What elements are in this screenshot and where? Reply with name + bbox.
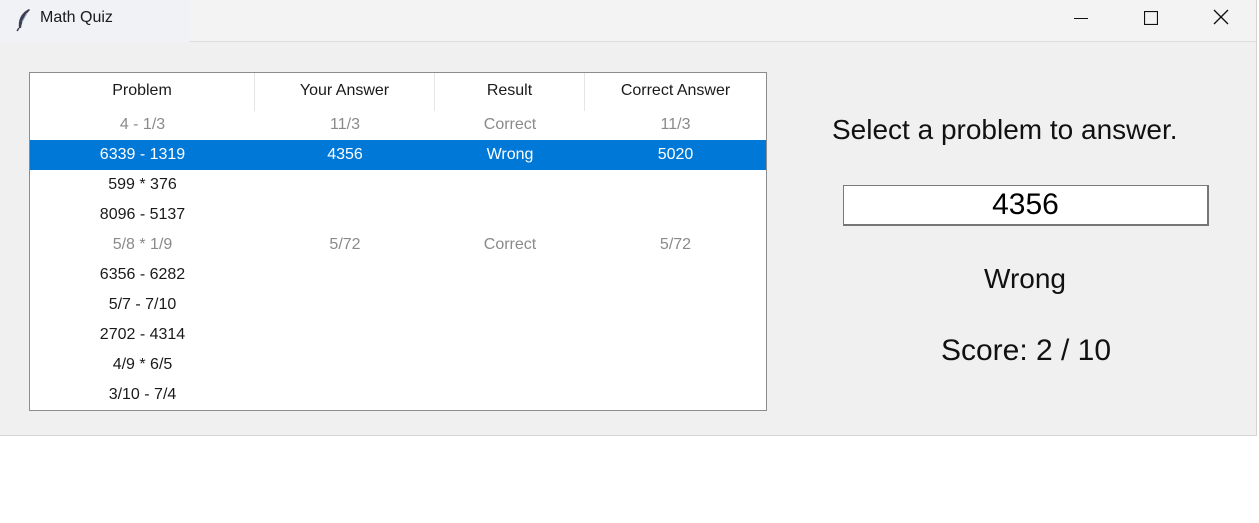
table-row[interactable]: 5/8 * 1/9 5/72 Correct 5/72 xyxy=(30,230,766,260)
cell-correct-answer xyxy=(585,200,766,230)
table-header: Problem Your Answer Result Correct Answe… xyxy=(30,73,766,111)
cell-your-answer xyxy=(255,290,435,320)
cell-result xyxy=(435,350,585,380)
table-row[interactable]: 6339 - 1319 4356 Wrong 5020 xyxy=(30,140,766,170)
cell-correct-answer: 5/72 xyxy=(659,236,692,253)
maximize-icon xyxy=(1143,10,1159,29)
close-button[interactable] xyxy=(1186,0,1256,38)
cell-result xyxy=(435,170,585,200)
cell-your-answer: 5/72 xyxy=(329,236,361,253)
title-bar: Math Quiz xyxy=(0,0,1256,42)
feather-icon xyxy=(15,8,33,32)
cell-your-answer xyxy=(255,380,435,410)
cell-correct-answer xyxy=(585,350,766,380)
table-row[interactable]: 5/7 - 7/10 xyxy=(30,290,766,320)
cell-result: Wrong xyxy=(486,146,534,163)
cell-result xyxy=(435,380,585,410)
cell-problem: 3/10 - 7/4 xyxy=(108,386,177,403)
cell-problem: 599 * 376 xyxy=(108,176,177,193)
cell-problem: 4/9 * 6/5 xyxy=(112,356,173,373)
minimize-button[interactable] xyxy=(1046,0,1116,38)
cell-your-answer xyxy=(255,260,435,290)
cell-correct-answer xyxy=(585,320,766,350)
cell-problem: 5/8 * 1/9 xyxy=(112,236,173,253)
table-row[interactable]: 6356 - 6282 xyxy=(30,260,766,290)
column-header-result[interactable]: Result xyxy=(435,73,585,111)
cell-correct-answer xyxy=(585,290,766,320)
cell-problem: 6356 - 6282 xyxy=(99,266,186,283)
table-body: 4 - 1/3 11/3 Correct 11/3 6339 - 1319 4356 Wro… xyxy=(30,110,766,410)
cell-result: Correct xyxy=(483,236,537,253)
cell-result xyxy=(435,200,585,230)
result-label: Wrong xyxy=(984,263,1066,294)
table-row[interactable]: 4/9 * 6/5 xyxy=(30,350,766,380)
cell-correct-answer: 11/3 xyxy=(660,116,691,133)
cell-your-answer xyxy=(255,320,435,350)
app-window: Math Quiz Problem Your Answer Result Cor… xyxy=(0,0,1257,436)
table-row[interactable]: 4 - 1/3 11/3 Correct 11/3 xyxy=(30,110,766,140)
cell-your-answer xyxy=(255,350,435,380)
cell-correct-answer xyxy=(585,380,766,410)
cell-problem: 4 - 1/3 xyxy=(119,116,166,133)
table-row[interactable]: 8096 - 5137 xyxy=(30,200,766,230)
maximize-button[interactable] xyxy=(1116,0,1186,38)
table-row[interactable]: 3/10 - 7/4 xyxy=(30,380,766,410)
cell-result xyxy=(435,290,585,320)
cell-correct-answer xyxy=(585,170,766,200)
table-row[interactable]: 599 * 376 xyxy=(30,170,766,200)
column-header-correct-answer[interactable]: Correct Answer xyxy=(585,73,766,111)
prompt-label: Select a problem to answer. xyxy=(832,114,1178,145)
cell-result xyxy=(435,320,585,350)
cell-your-answer: 4356 xyxy=(327,146,363,163)
cell-correct-answer xyxy=(585,260,766,290)
cell-problem: 2702 - 4314 xyxy=(99,326,186,343)
cell-your-answer: 11/3 xyxy=(330,116,360,133)
cell-problem: 5/7 - 7/10 xyxy=(108,296,177,313)
problems-table[interactable]: Problem Your Answer Result Correct Answe… xyxy=(29,72,767,411)
answer-input[interactable] xyxy=(843,185,1209,226)
cell-result: Correct xyxy=(483,116,537,133)
column-header-problem[interactable]: Problem xyxy=(30,73,255,111)
table-row[interactable]: 2702 - 4314 xyxy=(30,320,766,350)
cell-your-answer xyxy=(255,170,435,200)
cell-problem: 6339 - 1319 xyxy=(99,146,186,163)
window-title: Math Quiz xyxy=(40,9,113,26)
cell-your-answer xyxy=(255,200,435,230)
cell-correct-answer: 5020 xyxy=(657,146,694,163)
cell-problem: 8096 - 5137 xyxy=(99,206,186,223)
minimize-icon xyxy=(1074,10,1088,29)
score-label: Score: 2 / 10 xyxy=(940,334,1112,367)
close-icon xyxy=(1213,9,1229,29)
cell-result xyxy=(435,260,585,290)
column-header-your-answer[interactable]: Your Answer xyxy=(255,73,435,111)
